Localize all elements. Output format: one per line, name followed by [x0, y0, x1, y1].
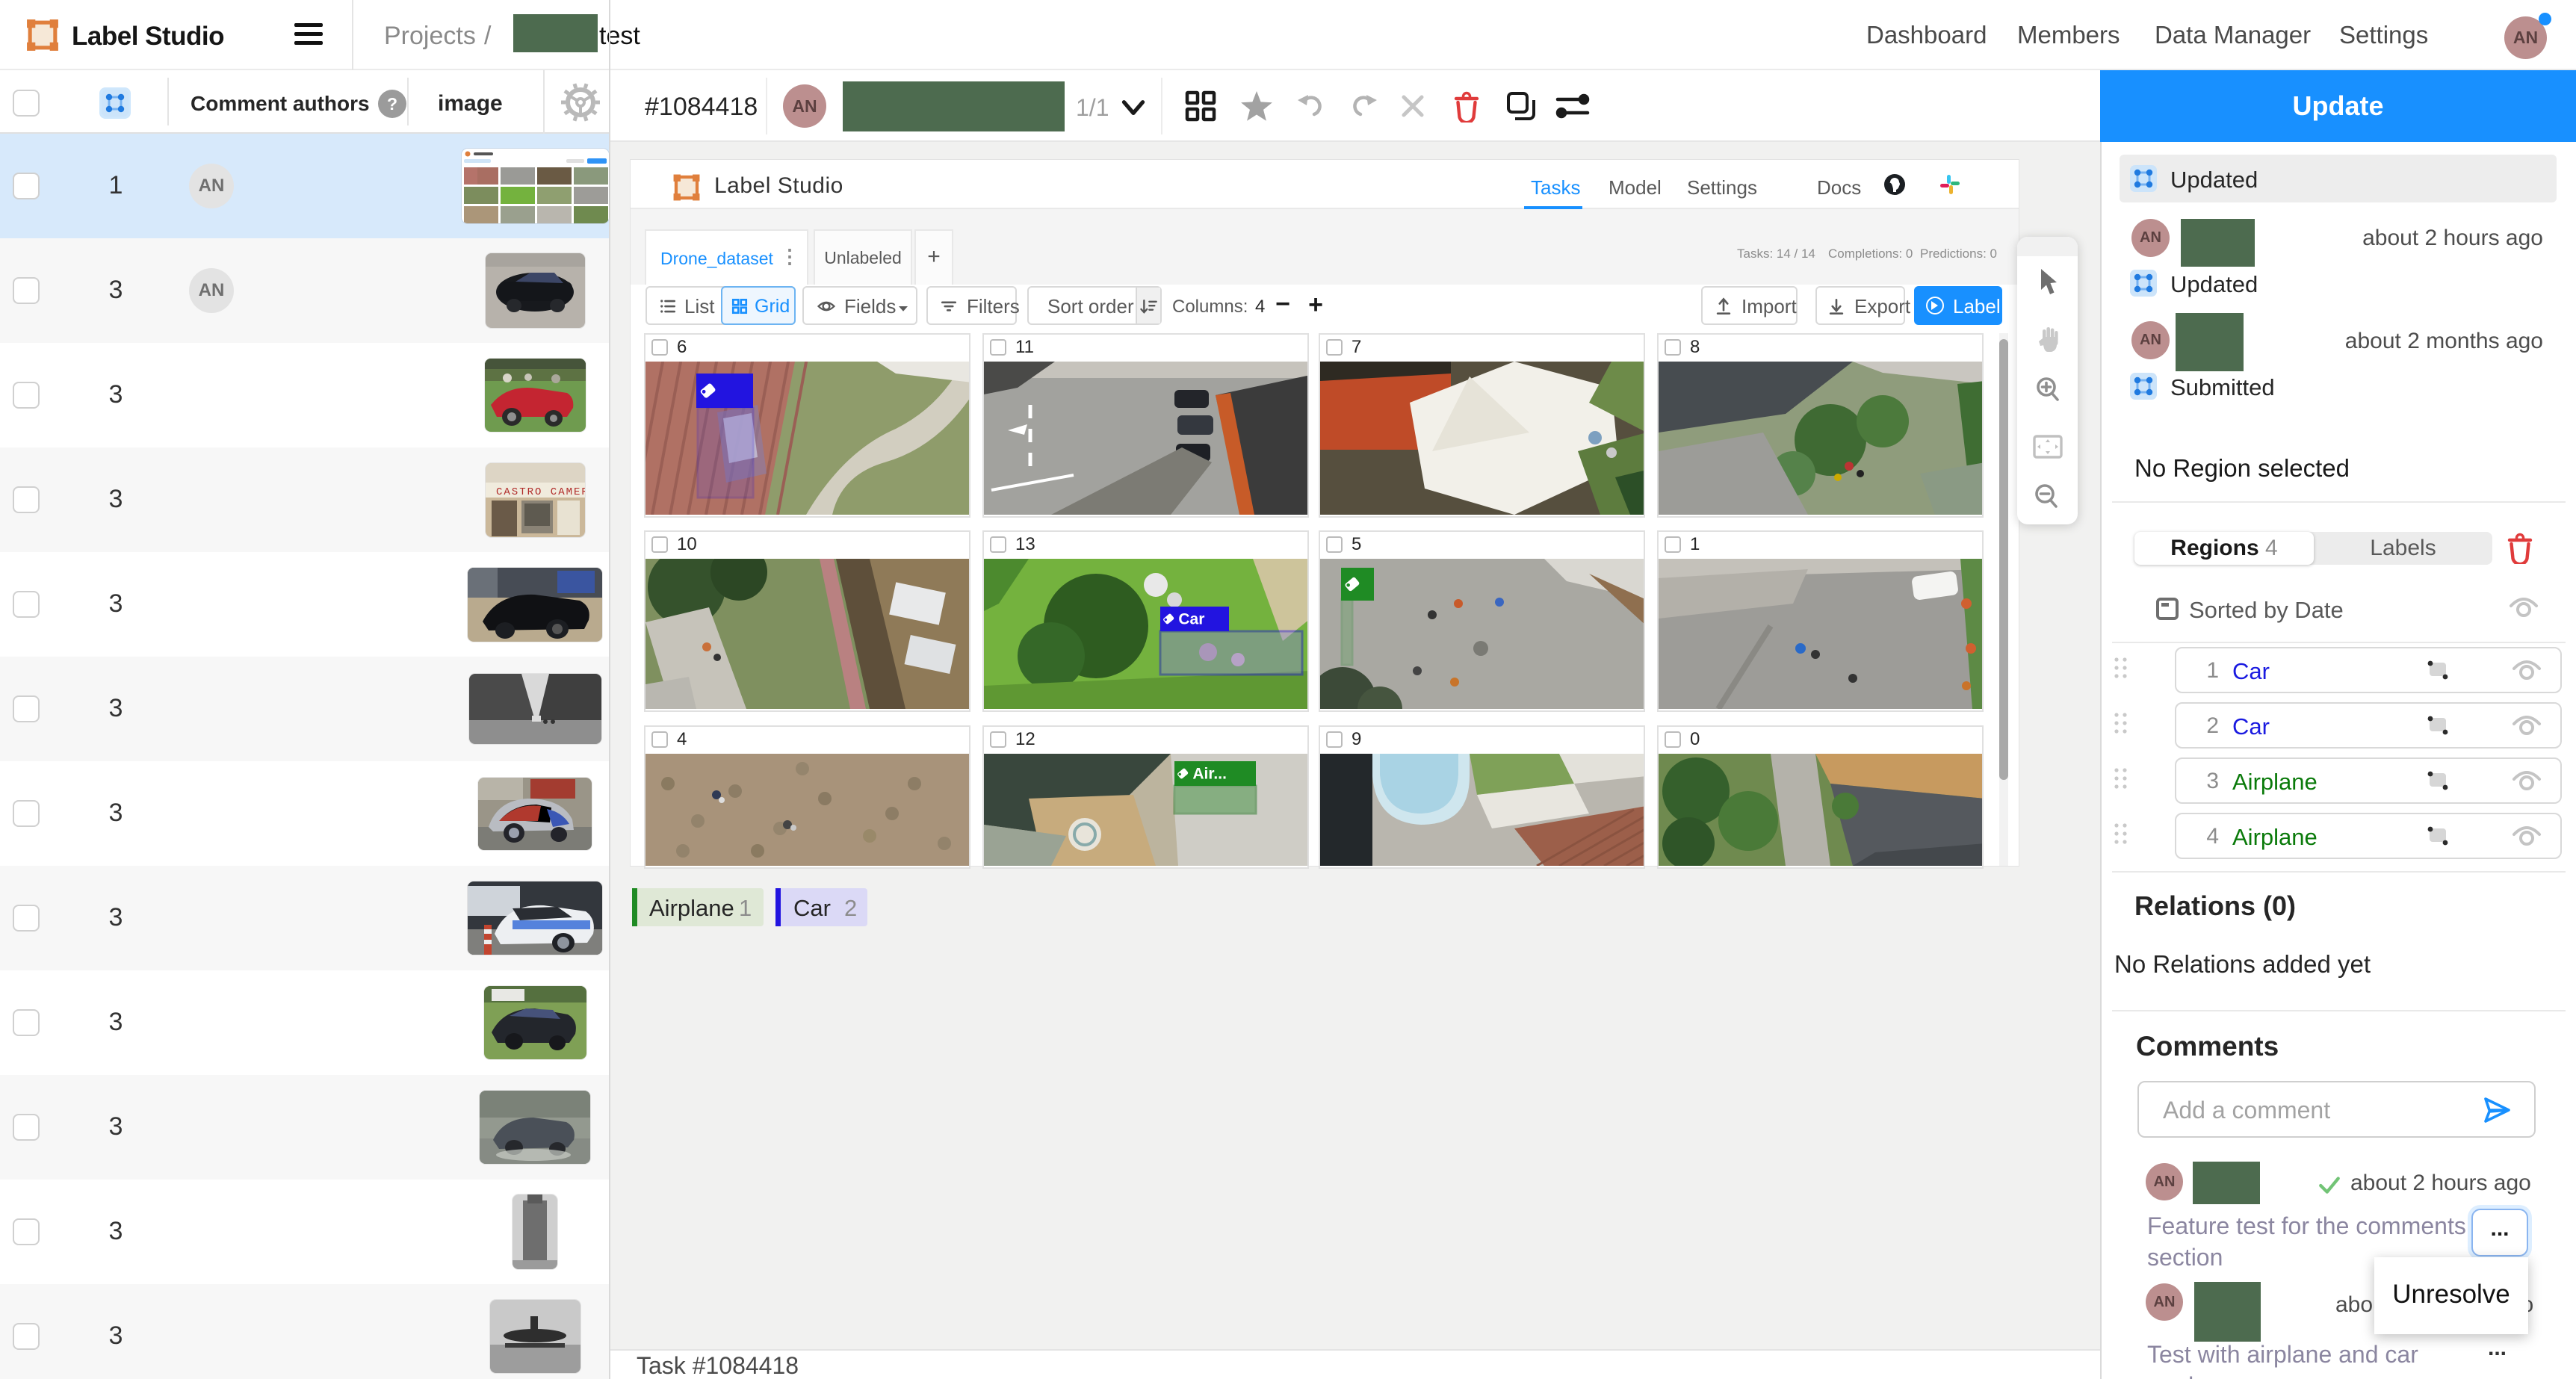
- svg-text:Air...: Air...: [1192, 766, 1227, 783]
- svg-text:CASTRO CAMERA: CASTRO CAMERA: [496, 486, 585, 498]
- svg-text:Car: Car: [1178, 611, 1204, 628]
